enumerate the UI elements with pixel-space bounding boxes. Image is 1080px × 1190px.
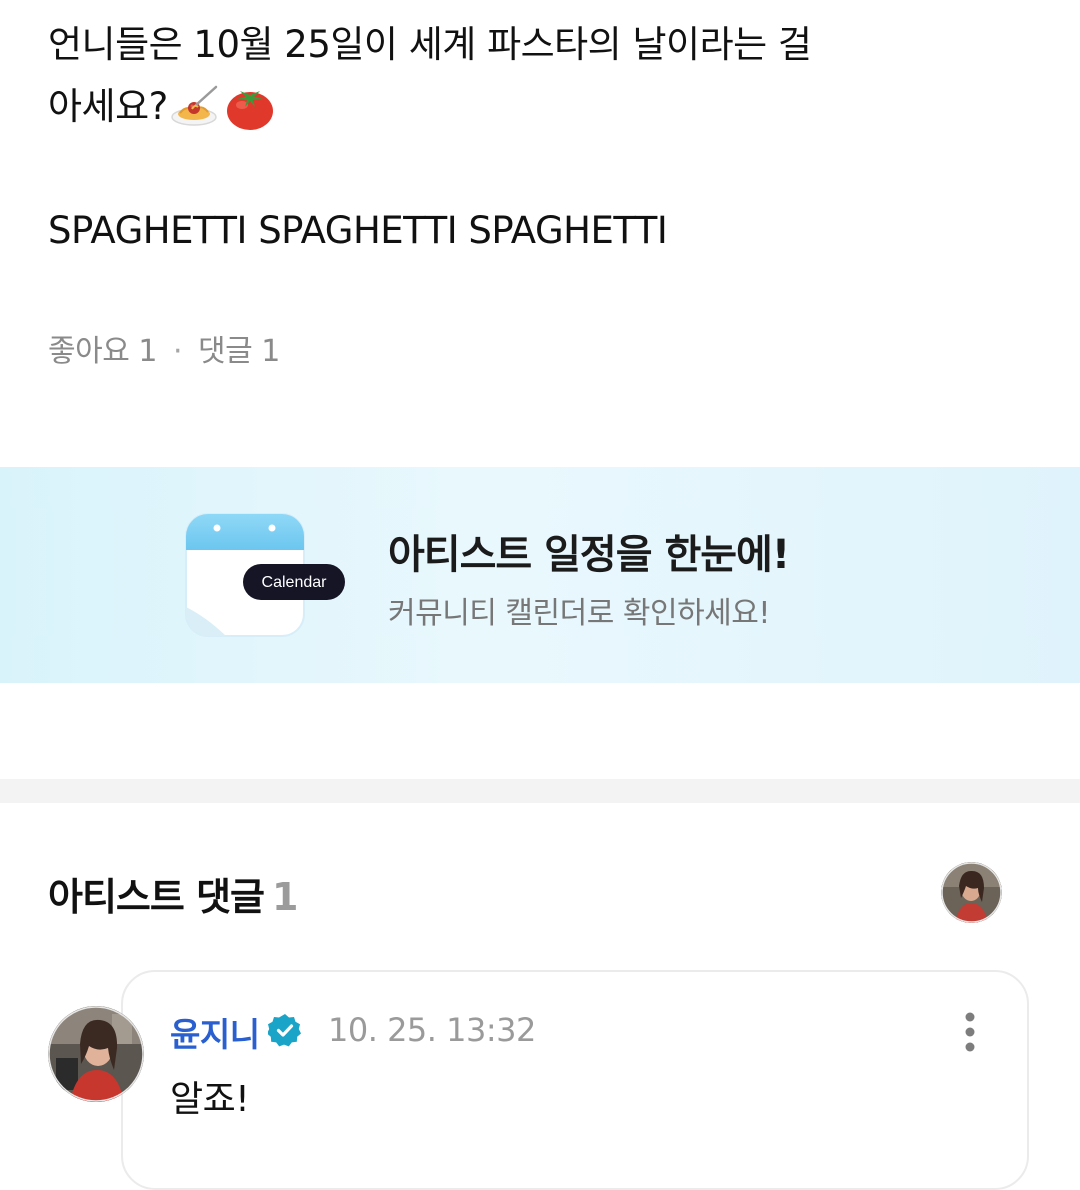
comment-author-name[interactable]: 윤지니 [170, 1008, 260, 1056]
post-body: 언니들은 10월 25일이 세계 파스타의 날이라는 걸 아세요? SPAGHE… [48, 14, 1038, 262]
post-stats: 좋아요 1 · 댓글 1 [48, 326, 280, 370]
comment-card [121, 970, 1029, 1190]
stats-separator-dot: · [172, 334, 183, 369]
post-text-line-2-wrap: 아세요? [48, 76, 1038, 138]
comments-count[interactable]: 댓글 1 [198, 334, 280, 369]
calendar-icon: Calendar [185, 513, 345, 637]
artist-comments-title: 아티스트 댓글 [48, 875, 265, 919]
likes-count[interactable]: 좋아요 1 [48, 334, 157, 369]
comment-timestamp: 10. 25. 13:32 [328, 1011, 536, 1049]
commenter-avatar[interactable] [48, 1006, 144, 1102]
more-vertical-icon[interactable] [950, 1008, 990, 1056]
spaghetti-emoji-icon [171, 85, 218, 126]
calendar-badge-label: Calendar [262, 574, 328, 591]
banner-subtitle: 커뮤니티 캘린더로 확인하세요! [388, 596, 770, 631]
comment-text: 알죠! [170, 1079, 250, 1120]
artist-comments-count: 1 [272, 875, 298, 919]
post-text-line-1: 언니들은 10월 25일이 세계 파스타의 날이라는 걸 [48, 23, 812, 66]
artist-avatar-small[interactable] [941, 862, 1002, 923]
post-text-line-2: 아세요? [48, 85, 168, 128]
banner-title: 아티스트 일정을 한눈에! [388, 532, 790, 578]
verified-badge-icon [268, 1014, 301, 1047]
artist-comments-header: 아티스트 댓글 1 [48, 866, 298, 921]
section-divider [0, 779, 1080, 803]
post-text-line-3: SPAGHETTI SPAGHETTI SPAGHETTI [48, 209, 668, 252]
tomato-emoji-icon [226, 91, 273, 130]
